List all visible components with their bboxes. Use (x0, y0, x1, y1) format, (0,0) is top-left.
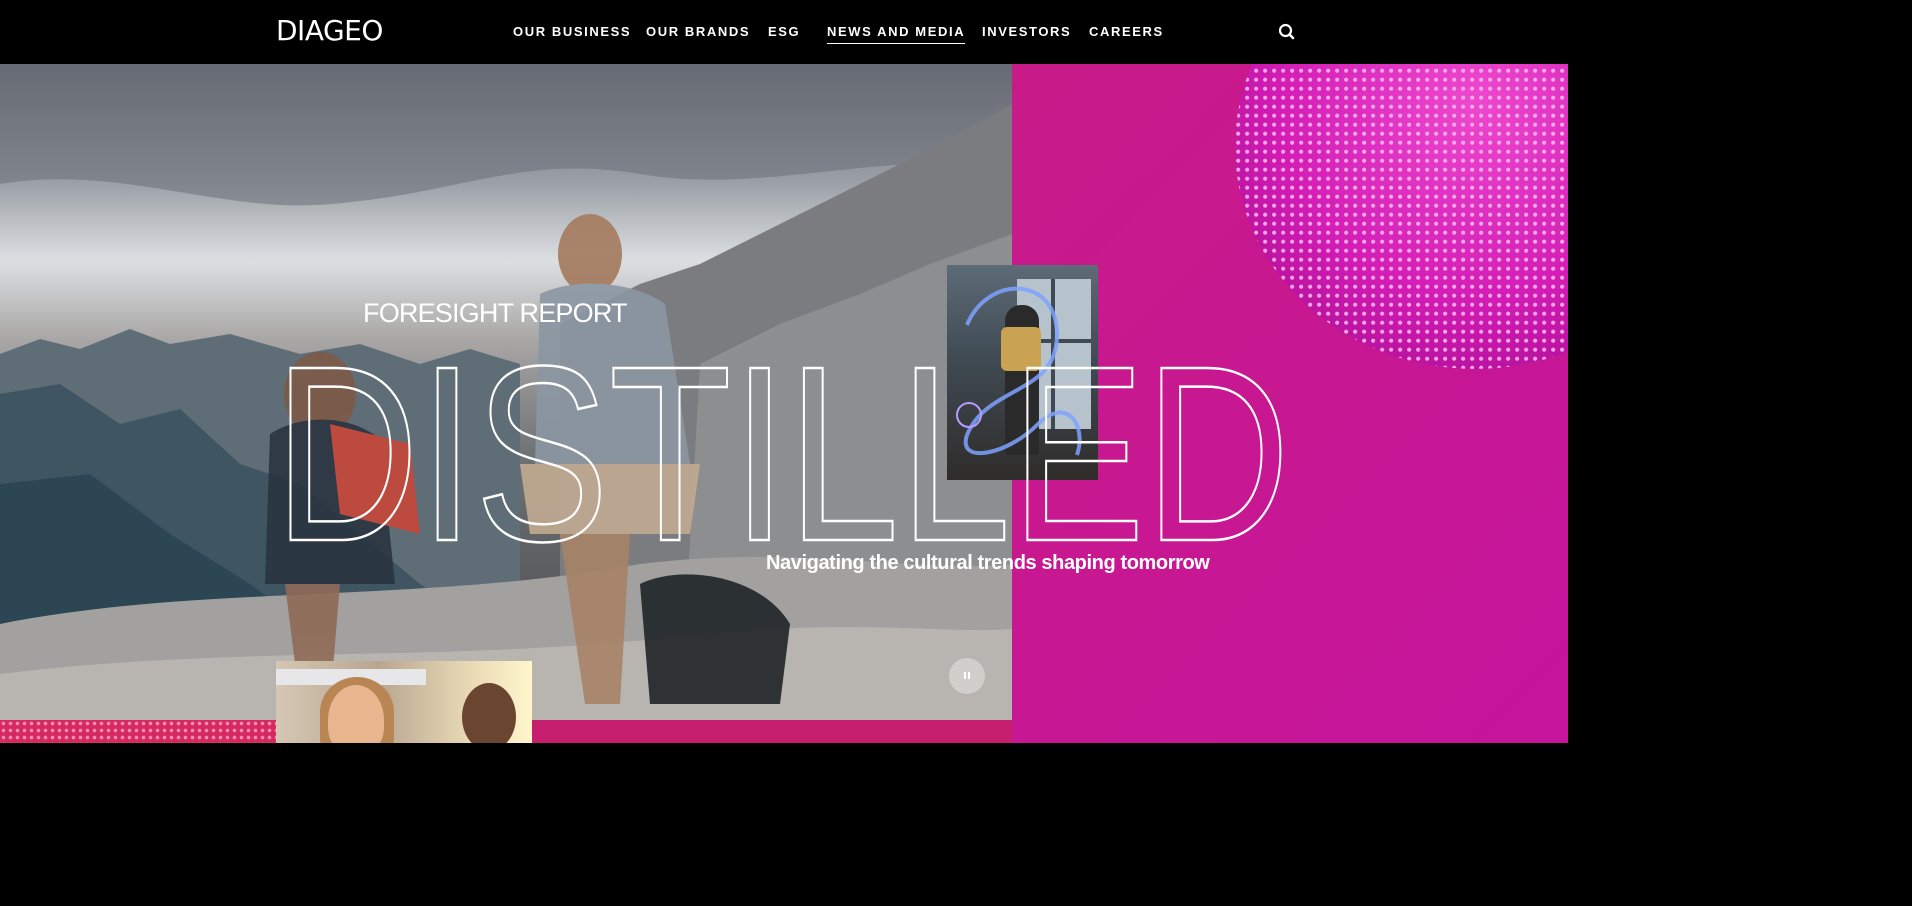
pause-bar-left (964, 672, 966, 679)
pattern-strip-left (0, 720, 276, 743)
mountain-hikers-scene (0, 64, 1012, 720)
friends-thumbnail[interactable] (276, 661, 532, 743)
pause-icon[interactable] (949, 658, 985, 694)
diageo-logo[interactable]: DIAGEO (276, 14, 383, 48)
pause-bar-right (968, 672, 970, 679)
eyebrow-label: FORESIGHT REPORT (363, 298, 628, 328)
workshop-thumbnail[interactable] (947, 265, 1098, 480)
hero-video (0, 64, 1012, 720)
search-icon[interactable] (1276, 21, 1298, 43)
nav-our-business[interactable]: OUR BUSINESS (513, 24, 631, 40)
site-header: DIAGEO OUR BUSINESS OUR BRANDS ESG NEWS … (0, 0, 1568, 64)
nav-news-and-media[interactable]: NEWS AND MEDIA (827, 24, 966, 44)
nav-our-brands[interactable]: OUR BRANDS (646, 24, 750, 40)
dotted-sphere-graphic (1235, 64, 1568, 369)
light-trail-graphic (956, 286, 1082, 456)
hero-banner: FORESIGHT REPORT DISTILLED Navigating th… (0, 64, 1568, 743)
person-face-2 (462, 683, 516, 743)
pattern-strip-right (532, 720, 1012, 743)
nav-careers[interactable]: CAREERS (1089, 24, 1164, 40)
nav-investors[interactable]: INVESTORS (982, 24, 1071, 40)
hero-tagline: Navigating the cultural trends shaping t… (766, 552, 1210, 574)
nav-esg[interactable]: ESG (768, 24, 800, 40)
